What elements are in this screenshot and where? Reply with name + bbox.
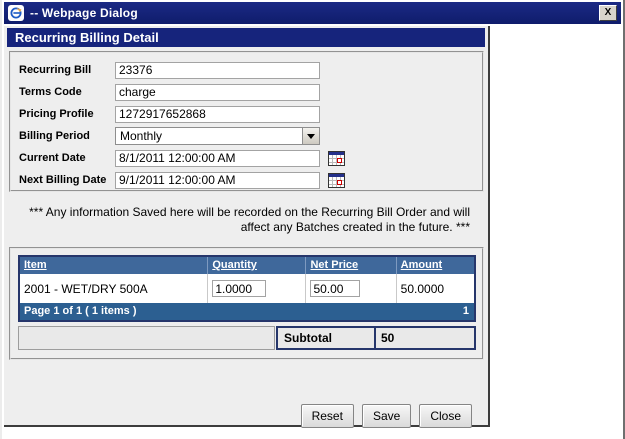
form-row-billing-period: Billing Period Monthly [19,125,476,147]
column-header-amount: Amount [396,257,474,274]
terms-code-label: Terms Code [19,86,115,98]
net-price-input[interactable] [310,280,360,297]
form-row-recurring-bill: Recurring Bill [19,59,476,81]
recurring-bill-label: Recurring Bill [19,64,115,76]
table-header-row: Item Quantity Net Price Amount [20,257,474,274]
pager-text: Page 1 of 1 ( 1 items ) [24,303,136,320]
pricing-profile-input[interactable] [115,106,320,123]
terms-code-input[interactable] [115,84,320,101]
billing-period-value: Monthly [116,128,302,144]
dialog-title: -- Webpage Dialog [30,6,138,20]
save-warning-notice: *** Any information Saved here will be r… [4,205,470,235]
reset-button[interactable]: Reset [301,404,354,428]
amount-cell: 50.0000 [396,274,474,303]
recurring-bill-input[interactable] [115,62,320,79]
table-row: 2001 - WET/DRY 500A 50.0000 [20,274,474,303]
pricing-profile-label: Pricing Profile [19,108,115,120]
close-button[interactable]: Close [419,404,472,428]
subtotal-row: Subtotal 50 [18,326,476,350]
calendar-icon[interactable] [328,173,345,188]
subtotal-spacer [18,326,275,350]
notice-line-1: *** Any information Saved here will be r… [4,205,470,220]
item-sort-link[interactable]: Item [24,259,47,271]
internet-explorer-icon [8,5,24,21]
line-items-table: Item Quantity Net Price Amount 2001 - WE… [18,255,476,322]
billing-period-label: Billing Period [19,130,115,142]
table-pager-bar: Page 1 of 1 ( 1 items ) 1 [20,303,474,320]
column-header-net-price: Net Price [305,257,395,274]
item-cell: 2001 - WET/DRY 500A [20,274,207,303]
net-price-cell [305,274,395,303]
dialog-content-panel: Recurring Billing Detail Recurring Bill … [4,26,490,427]
quantity-sort-link[interactable]: Quantity [212,259,257,271]
action-button-row: Reset Save Close [4,404,472,428]
column-header-item: Item [20,257,207,274]
next-billing-date-input[interactable] [115,172,320,189]
save-button[interactable]: Save [362,404,411,428]
subtotal-value: 50 [376,328,474,348]
net-price-sort-link[interactable]: Net Price [310,259,358,271]
subtotal-label: Subtotal [278,328,376,348]
chevron-down-icon[interactable] [302,128,319,144]
amount-sort-link[interactable]: Amount [401,259,443,271]
quantity-cell [207,274,305,303]
pager-page-count: 1 [463,303,469,320]
next-billing-date-label: Next Billing Date [19,174,115,186]
form-row-current-date: Current Date [19,147,476,169]
current-date-label: Current Date [19,152,115,164]
billing-period-select[interactable]: Monthly [115,127,320,145]
close-icon[interactable]: X [599,5,617,21]
current-date-input[interactable] [115,150,320,167]
webpage-dialog-window: -- Webpage Dialog X Recurring Billing De… [0,0,625,439]
form-row-terms-code: Terms Code [19,81,476,103]
notice-line-2: affect any Batches created in the future… [4,220,470,235]
billing-form-groupbox: Recurring Bill Terms Code Pricing Profil… [9,51,484,192]
quantity-input[interactable] [212,280,266,297]
form-row-pricing-profile: Pricing Profile [19,103,476,125]
line-items-groupbox: Item Quantity Net Price Amount 2001 - WE… [9,247,484,360]
page-title: Recurring Billing Detail [7,28,485,47]
form-row-next-billing-date: Next Billing Date [19,169,476,191]
dialog-titlebar: -- Webpage Dialog X [4,2,621,24]
calendar-icon[interactable] [328,151,345,166]
column-header-quantity: Quantity [207,257,305,274]
subtotal-box: Subtotal 50 [276,326,476,350]
